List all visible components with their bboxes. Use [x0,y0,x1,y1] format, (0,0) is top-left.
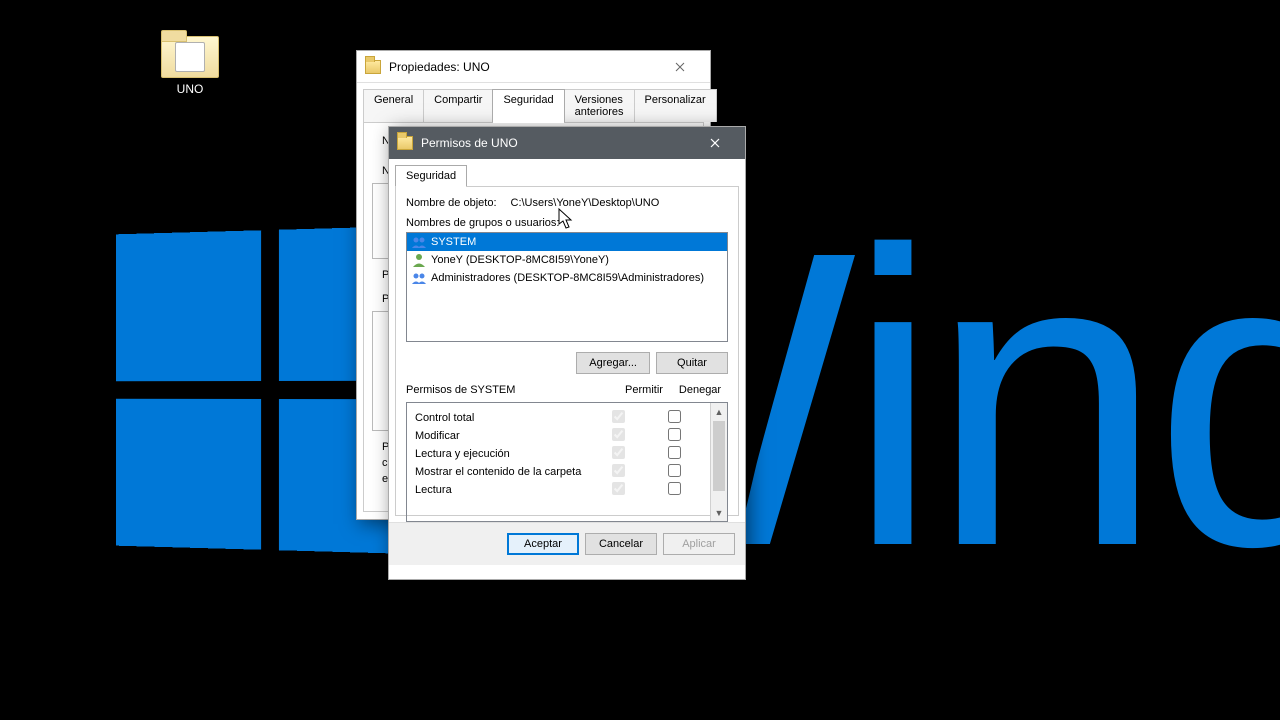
allow-column-header: Permitir [616,384,672,396]
users-listbox[interactable]: SYSTEM YoneY (DESKTOP-8MC8I59\YoneY) Admin… [406,232,728,342]
desktop-folder-label: UNO [150,82,230,96]
allow-checkbox[interactable] [612,446,625,459]
ok-button[interactable]: Aceptar [507,533,579,555]
tab-general[interactable]: General [363,89,424,122]
permission-row: Mostrar el contenido de la carpeta [415,463,702,481]
permissions-panel: Nombre de objeto: C:\Users\YoneY\Desktop… [395,186,739,516]
permissions-titlebar[interactable]: Permisos de UNO [389,127,745,159]
add-button[interactable]: Agregar... [576,352,650,374]
properties-tabstrip: General Compartir Seguridad Versiones an… [357,83,710,122]
tab-personalizar[interactable]: Personalizar [634,89,717,122]
deny-column-header: Denegar [672,384,728,396]
dialog-button-row: Aceptar Cancelar Aplicar [389,522,745,565]
cancel-button[interactable]: Cancelar [585,533,657,555]
groups-users-label: Nombres de grupos o usuarios: [406,217,728,229]
permission-row: Lectura y ejecución [415,445,702,463]
permission-name: Control total [415,412,590,424]
apply-button[interactable]: Aplicar [663,533,735,555]
tab-compartir[interactable]: Compartir [423,89,493,122]
permissions-table: Control total Modificar Lectura y ejecució… [406,402,728,522]
allow-checkbox[interactable] [612,428,625,441]
deny-checkbox[interactable] [668,464,681,477]
permission-name: Mostrar el contenido de la carpeta [415,466,590,478]
user-icon [411,252,427,268]
deny-checkbox[interactable] [668,428,681,441]
folder-icon [365,60,381,74]
tab-versiones[interactable]: Versiones anteriores [564,89,635,122]
user-list-item-label: Administradores (DESKTOP-8MC8I59\Adminis… [431,272,704,284]
permission-row: Modificar [415,427,702,445]
deny-checkbox[interactable] [668,446,681,459]
user-list-item[interactable]: SYSTEM [407,233,727,251]
tab-seguridad[interactable]: Seguridad [492,89,564,122]
deny-checkbox[interactable] [668,482,681,495]
folder-icon [397,136,413,150]
group-icon [411,270,427,286]
permission-name: Modificar [415,430,590,442]
permission-name: Lectura [415,484,590,496]
tab-seguridad[interactable]: Seguridad [395,165,467,186]
permission-name: Lectura y ejecución [415,448,590,460]
close-icon[interactable] [658,52,702,82]
object-name-label: Nombre de objeto: [406,197,497,209]
permission-row: Lectura [415,481,702,499]
user-list-item[interactable]: Administradores (DESKTOP-8MC8I59\Adminis… [407,269,727,287]
scroll-down-arrow-icon[interactable]: ▼ [711,504,727,521]
user-list-item-label: SYSTEM [431,236,476,248]
permissions-tabstrip: Seguridad [389,159,745,186]
deny-checkbox[interactable] [668,410,681,423]
allow-checkbox[interactable] [612,410,625,423]
desktop-folder-uno[interactable]: UNO [150,30,230,96]
scroll-thumb[interactable] [713,421,725,491]
properties-titlebar[interactable]: Propiedades: UNO [357,51,710,83]
group-icon [411,234,427,250]
permissions-title: Permisos de UNO [421,136,693,150]
permissions-window[interactable]: Permisos de UNO Seguridad Nombre de obje… [388,126,746,580]
properties-title: Propiedades: UNO [389,60,658,74]
remove-button[interactable]: Quitar [656,352,728,374]
permission-row: Control total [415,409,702,427]
allow-checkbox[interactable] [612,482,625,495]
allow-checkbox[interactable] [612,464,625,477]
user-list-item-label: YoneY (DESKTOP-8MC8I59\YoneY) [431,254,609,266]
object-path-value: C:\Users\YoneY\Desktop\UNO [511,197,660,209]
scrollbar[interactable]: ▲ ▼ [710,403,727,521]
close-icon[interactable] [693,128,737,158]
permissions-for-label: Permisos de SYSTEM [406,384,616,396]
user-list-item[interactable]: YoneY (DESKTOP-8MC8I59\YoneY) [407,251,727,269]
folder-icon [161,30,219,78]
scroll-up-arrow-icon[interactable]: ▲ [711,403,727,420]
